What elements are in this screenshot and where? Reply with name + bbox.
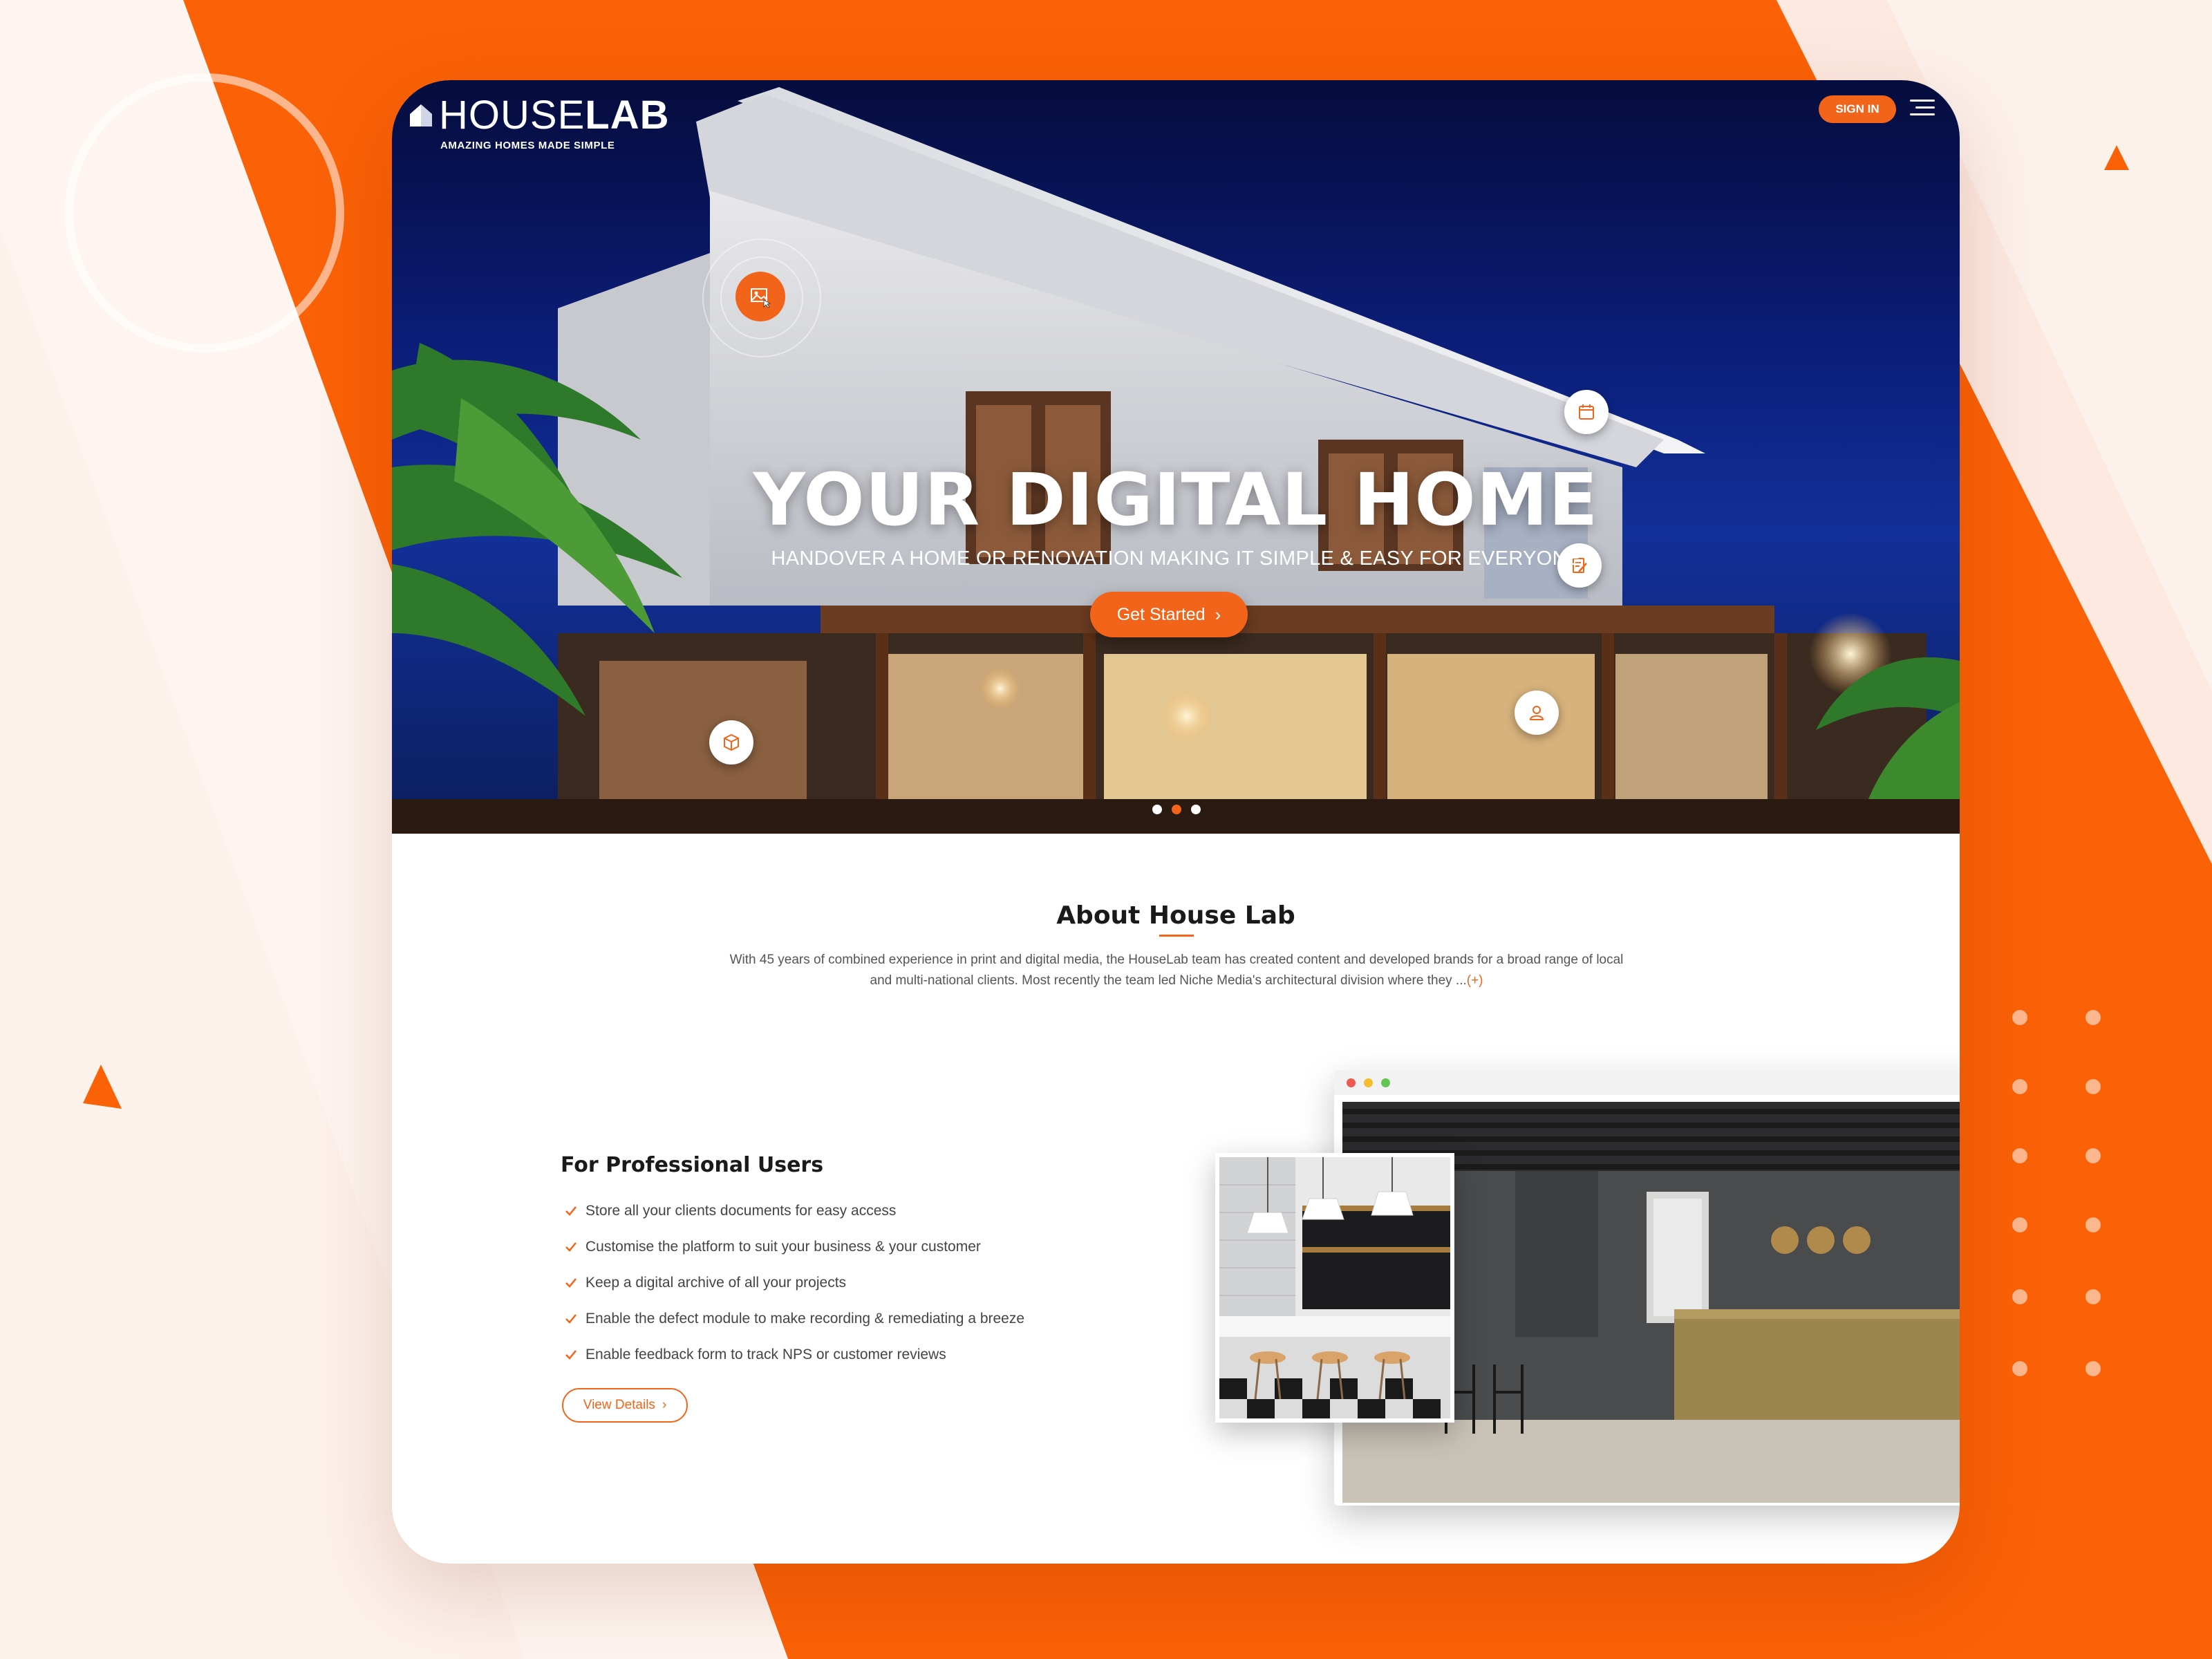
hotspot-user[interactable] <box>1515 691 1559 735</box>
view-details-button[interactable]: View Details › <box>562 1388 688 1423</box>
hero-subtitle: HANDOVER A HOME OR RENOVATION MAKING IT … <box>771 547 1581 570</box>
feature-label: Customise the platform to suit your busi… <box>585 1239 981 1255</box>
hero-section: HOUSELAB AMAZING HOMES MADE SIMPLE SIGN … <box>392 80 1960 834</box>
check-icon <box>565 1350 577 1360</box>
hotspot-calendar[interactable] <box>1564 390 1609 434</box>
list-item: Keep a digital archive of all your proje… <box>563 1265 1024 1301</box>
hamburger-menu-icon[interactable] <box>1910 100 1935 119</box>
window-close-dot <box>1347 1078 1356 1087</box>
get-started-button[interactable]: Get Started › <box>1090 592 1248 637</box>
about-title: About House Lab <box>1056 901 1295 930</box>
feature-label: Enable the defect module to make recordi… <box>585 1311 1025 1327</box>
browser-titlebar <box>1334 1070 1960 1095</box>
hotspot-gallery[interactable] <box>735 272 785 321</box>
chevron-right-icon: › <box>662 1398 667 1412</box>
user-icon <box>1529 706 1544 720</box>
chevron-right-icon: › <box>1215 604 1221 625</box>
get-started-label: Get Started <box>1116 604 1206 624</box>
kitchen-thumbnail-card <box>1215 1153 1454 1423</box>
sign-in-button[interactable]: SIGN IN <box>1819 95 1896 123</box>
list-item: Enable feedback form to track NPS or cus… <box>563 1337 1024 1373</box>
check-icon <box>565 1314 577 1324</box>
check-icon <box>565 1278 577 1288</box>
gallery-icon <box>751 288 771 308</box>
kitchen-thumbnail-image <box>1219 1157 1450 1418</box>
carousel-dot-active[interactable] <box>1172 805 1181 814</box>
carousel-dot[interactable] <box>1152 805 1162 814</box>
read-more-link[interactable]: (+) <box>1467 973 1483 988</box>
brand-name: HOUSELAB <box>439 93 670 138</box>
about-body: With 45 years of combined experience in … <box>729 953 1624 988</box>
professional-title: For Professional Users <box>561 1153 824 1177</box>
tablet-frame: HOUSELAB AMAZING HOMES MADE SIMPLE SIGN … <box>392 80 1960 1564</box>
about-title-underline <box>1159 935 1194 937</box>
list-item: Enable the defect module to make recordi… <box>563 1301 1024 1337</box>
check-icon <box>565 1242 577 1252</box>
house-logo-icon <box>410 104 432 126</box>
calendar-icon <box>1579 404 1594 420</box>
brand-tagline: AMAZING HOMES MADE SIMPLE <box>440 140 615 151</box>
professional-feature-list: Store all your clients documents for eas… <box>563 1193 1024 1373</box>
window-minimize-dot <box>1364 1078 1373 1087</box>
about-text: With 45 years of combined experience in … <box>724 950 1629 991</box>
list-item: Customise the platform to suit your busi… <box>563 1229 1024 1265</box>
hotspot-box[interactable] <box>709 720 753 765</box>
decor-triangle-left <box>83 1065 122 1109</box>
feature-label: Store all your clients documents for eas… <box>585 1203 897 1219</box>
decor-triangle-top <box>2104 145 2129 170</box>
hero-title: YOUR DIGITAL HOME <box>753 458 1599 542</box>
feature-label: Keep a digital archive of all your proje… <box>585 1275 847 1291</box>
window-maximize-dot <box>1381 1078 1390 1087</box>
view-details-label: View Details <box>583 1398 655 1412</box>
carousel-dot[interactable] <box>1191 805 1201 814</box>
hero-house-image <box>392 87 1960 834</box>
box-icon <box>724 733 739 751</box>
list-item: Store all your clients documents for eas… <box>563 1193 1024 1229</box>
check-icon <box>565 1206 577 1216</box>
carousel-dots <box>1152 805 1201 814</box>
brand-logo[interactable]: HOUSELAB AMAZING HOMES MADE SIMPLE <box>407 95 669 151</box>
feature-label: Enable feedback form to track NPS or cus… <box>585 1347 946 1362</box>
